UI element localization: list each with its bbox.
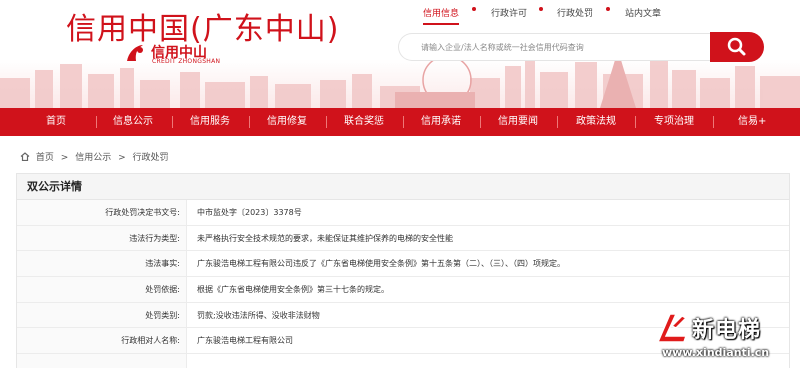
main-nav-joint-reward-punish[interactable]: 联合奖惩 — [344, 108, 384, 136]
home-icon — [20, 152, 30, 162]
detail-value-penalty-category: 罚款;没收违法所得、没收非法财物 — [197, 310, 320, 320]
main-nav-home[interactable]: 首页 — [46, 108, 66, 136]
main-navigation: 首页 信息公示 信用服务 信用修复 联合奖惩 信用承诺 信用要闻 政策法规 专项… — [0, 108, 800, 136]
main-nav-credit-commitment[interactable]: 信用承诺 — [421, 108, 461, 136]
search-button[interactable] — [710, 32, 764, 62]
nav-divider — [713, 116, 714, 128]
top-nav-admin-penalty[interactable]: 行政处罚 — [557, 6, 593, 19]
nav-divider — [403, 116, 404, 128]
elevator-brand-icon — [656, 313, 688, 343]
nav-divider — [480, 116, 481, 128]
watermark: 新电梯 www.xindianti.cn — [650, 306, 800, 368]
nav-divider — [635, 116, 636, 128]
nav-separator-dot — [606, 7, 610, 11]
breadcrumb-credit-publicity[interactable]: 信用公示 — [75, 153, 111, 163]
breadcrumb: 首页 > 信用公示 > 行政处罚 — [20, 150, 173, 163]
nav-separator-dot — [539, 7, 543, 11]
top-nav-site-articles[interactable]: 站内文章 — [625, 6, 661, 19]
site-header: 信用中国(广东中山) 信用中山 CREDIT ZHONGSHAN 信用信息 行政… — [0, 0, 800, 108]
logo-subtext: CREDIT ZHONGSHAN — [152, 58, 221, 65]
breadcrumb-home[interactable]: 首页 — [36, 153, 54, 163]
detail-label-violation-type: 违法行为类型: — [17, 225, 187, 251]
detail-row: 违法行为类型: 未严格执行安全技术规范的要求，未能保证其维护保养的电梯的安全性能 — [17, 225, 789, 252]
main-nav-info-publicity[interactable]: 信息公示 — [113, 108, 153, 136]
detail-value-violation-facts: 广东骏浩电梯工程有限公司违反了《广东省电梯使用安全条例》第十五条第（二）、（三）… — [197, 259, 565, 269]
detail-label-partial — [17, 354, 187, 368]
main-nav-credit-repair[interactable]: 信用修复 — [267, 108, 307, 136]
main-nav-policy-regulations[interactable]: 政策法规 — [576, 108, 616, 136]
panel-title: 双公示详情 — [17, 174, 789, 200]
detail-label-counterparty-name: 行政相对人名称: — [17, 328, 187, 354]
detail-value-counterparty-name: 广东骏浩电梯工程有限公司 — [197, 336, 293, 346]
nav-divider — [96, 116, 97, 128]
nav-divider — [557, 116, 558, 128]
detail-row: 处罚依据: 根据《广东省电梯使用安全条例》第三十七条的规定。 — [17, 277, 789, 303]
detail-value-penalty-basis: 根据《广东省电梯使用安全条例》第三十七条的规定。 — [197, 285, 389, 295]
breadcrumb-separator-icon: > — [60, 153, 69, 163]
detail-label-violation-facts: 违法事实: — [17, 251, 187, 277]
nav-separator-dot — [472, 7, 476, 11]
main-nav-xinyi-plus[interactable]: 信易+ — [738, 108, 766, 136]
search-box — [398, 33, 711, 61]
credit-logo-icon — [127, 45, 143, 61]
breadcrumb-admin-penalty: 行政处罚 — [132, 153, 169, 163]
detail-label-penalty-basis: 处罚依据: — [17, 277, 187, 302]
detail-value-decision-number: 中市监处字〔2023〕3378号 — [197, 208, 302, 217]
main-nav-credit-news[interactable]: 信用要闻 — [498, 108, 538, 136]
detail-row: 行政处罚决定书文号: 中市监处字〔2023〕3378号 — [17, 200, 789, 226]
main-nav-special-governance[interactable]: 专项治理 — [654, 108, 694, 136]
nav-divider — [249, 116, 250, 128]
watermark-text: 新电梯 — [692, 318, 762, 343]
detail-value-violation-type: 未严格执行安全技术规范的要求，未能保证其维护保养的电梯的安全性能 — [197, 233, 453, 243]
search-icon — [727, 37, 746, 56]
breadcrumb-separator-icon: > — [118, 153, 126, 163]
watermark-url: www.xindianti.cn — [662, 346, 770, 359]
detail-row: 违法事实: 广东骏浩电梯工程有限公司违反了《广东省电梯使用安全条例》第十五条第（… — [17, 251, 789, 278]
detail-label-penalty-category: 处罚类别: — [17, 302, 187, 328]
top-nav-admin-license[interactable]: 行政许可 — [491, 6, 527, 19]
main-nav-credit-service[interactable]: 信用服务 — [190, 108, 230, 136]
detail-label-decision-number: 行政处罚决定书文号: — [17, 200, 187, 225]
top-nav-credit-info[interactable]: 信用信息 — [423, 6, 460, 25]
site-logo[interactable]: 信用中山 CREDIT ZHONGSHAN — [123, 41, 243, 67]
nav-divider — [326, 116, 327, 128]
search-input[interactable] — [421, 34, 711, 60]
nav-divider — [172, 116, 173, 128]
